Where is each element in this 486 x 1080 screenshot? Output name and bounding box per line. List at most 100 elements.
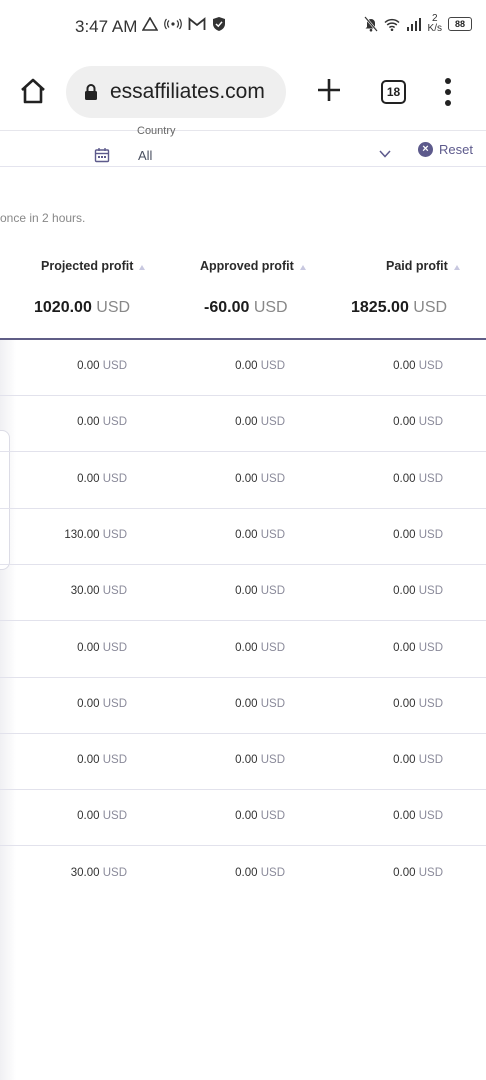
cell-amount: 0.00 — [393, 528, 416, 541]
table-cell: 0.00 USD — [77, 416, 127, 428]
cell-currency: USD — [418, 472, 443, 485]
table-cell: 0.00 USD — [77, 473, 127, 485]
total-currency: USD — [413, 299, 448, 316]
cell-currency: USD — [102, 866, 127, 879]
cell-currency: USD — [102, 472, 127, 485]
cell-currency: USD — [102, 754, 127, 767]
cell-amount: 0.00 — [393, 472, 416, 485]
table-cell: 0.00 USD — [393, 529, 443, 541]
cell-currency: USD — [418, 810, 443, 823]
table-row: 0.00 USD 0.00 USD 0.00 USD — [0, 678, 486, 734]
calendar-icon[interactable] — [94, 147, 110, 163]
toolbar-divider — [0, 130, 486, 131]
status-time: 3:47 AM — [75, 17, 138, 36]
table-row: 30.00 USD 0.00 USD 0.00 USD — [0, 847, 486, 903]
cell-amount: 0.00 — [77, 360, 100, 372]
table-cell: 130.00 USD — [64, 529, 127, 541]
total-amount: 1020.00 — [34, 299, 92, 316]
tab-count: 18 — [386, 85, 401, 99]
table-row: 0.00 USD 0.00 USD 0.00 USD — [0, 340, 486, 396]
cell-currency: USD — [418, 585, 443, 598]
total-currency: USD — [253, 299, 288, 316]
cell-currency: USD — [102, 528, 127, 541]
column-label: Projected profit — [41, 259, 134, 273]
cell-currency: USD — [260, 585, 285, 598]
total-paid-profit: 1825.00 USD — [351, 299, 447, 317]
country-filter-label: Country — [137, 125, 176, 137]
net-speed: 2 K/s — [428, 14, 442, 34]
cell-amount: 0.00 — [393, 754, 416, 767]
cell-amount: 0.00 — [235, 754, 258, 767]
table-cell: 0.00 USD — [235, 642, 285, 654]
column-label: Paid profit — [386, 259, 448, 273]
cell-currency: USD — [418, 360, 443, 372]
sort-arrow-icon — [453, 265, 460, 270]
hotspot-icon — [164, 18, 182, 30]
total-amount: 1825.00 — [351, 299, 409, 316]
table-cell: 0.00 USD — [77, 360, 127, 372]
column-label: Approved profit — [200, 259, 294, 273]
lock-icon — [85, 84, 97, 100]
cell-amount: 130.00 — [64, 528, 100, 541]
url-text: essaffiliates.com — [110, 80, 265, 103]
table-cell: 30.00 USD — [71, 867, 127, 879]
cell-amount: 0.00 — [393, 585, 416, 598]
table-cell: 0.00 USD — [235, 416, 285, 428]
cell-amount: 0.00 — [77, 754, 100, 767]
table-row: 0.00 USD 0.00 USD 0.00 USD — [0, 790, 486, 847]
cell-amount: 0.00 — [235, 641, 258, 654]
cell-currency: USD — [418, 866, 443, 879]
plus-icon — [318, 79, 340, 101]
cell-currency: USD — [260, 754, 285, 767]
cell-currency: USD — [418, 416, 443, 429]
wifi-icon — [384, 18, 400, 31]
reset-label: Reset — [439, 142, 473, 157]
cell-amount: 0.00 — [77, 416, 100, 429]
tab-switcher-button[interactable]: 18 — [381, 80, 406, 104]
cell-currency: USD — [418, 754, 443, 767]
chevron-down-icon[interactable] — [378, 148, 392, 160]
table-cell: 0.00 USD — [77, 810, 127, 822]
update-note: once in 2 hours. — [0, 211, 86, 225]
cell-currency: USD — [260, 360, 285, 372]
cell-currency: USD — [418, 528, 443, 541]
sort-arrow-icon — [139, 265, 146, 270]
filter-divider — [0, 166, 486, 167]
column-header-approved-profit[interactable]: Approved profit — [200, 259, 306, 273]
cell-amount: 0.00 — [235, 866, 258, 879]
cell-amount: 0.00 — [235, 697, 258, 710]
cell-amount: 0.00 — [393, 416, 416, 429]
new-tab-button[interactable] — [316, 77, 342, 103]
cell-currency: USD — [260, 810, 285, 823]
sort-arrow-icon — [299, 265, 306, 270]
cell-amount: 0.00 — [77, 810, 100, 823]
reset-button[interactable]: × Reset — [418, 142, 473, 157]
column-header-paid-profit[interactable]: Paid profit — [386, 259, 460, 273]
address-bar[interactable]: essaffiliates.com — [66, 66, 286, 118]
net-speed-unit: K/s — [427, 23, 442, 34]
table-cell: 0.00 USD — [235, 529, 285, 541]
table-row: 30.00 USD 0.00 USD 0.00 USD — [0, 565, 486, 622]
total-amount: -60.00 — [204, 299, 250, 316]
cell-currency: USD — [260, 866, 285, 879]
country-select[interactable]: All — [138, 148, 152, 163]
cell-currency: USD — [102, 360, 127, 372]
browser-menu-button[interactable] — [441, 78, 455, 106]
signal-icon — [406, 17, 422, 31]
column-header-projected-profit[interactable]: Projected profit — [41, 259, 146, 273]
total-approved-profit: -60.00 USD — [204, 299, 288, 317]
status-notification-icons — [142, 16, 226, 32]
table-cell: 0.00 USD — [393, 473, 443, 485]
table-cell: 0.00 USD — [393, 754, 443, 766]
cell-amount: 0.00 — [393, 360, 416, 372]
table-cell: 30.00 USD — [71, 585, 127, 597]
cell-amount: 0.00 — [235, 416, 258, 429]
cell-amount: 0.00 — [393, 866, 416, 879]
warning-triangle-icon — [142, 17, 158, 31]
home-button[interactable] — [18, 76, 48, 106]
table-cell: 0.00 USD — [393, 360, 443, 372]
battery-level: 88 — [454, 19, 465, 29]
browser-toolbar: essaffiliates.com 18 — [0, 54, 486, 130]
cell-currency: USD — [260, 528, 285, 541]
close-circle-icon: × — [418, 142, 433, 157]
